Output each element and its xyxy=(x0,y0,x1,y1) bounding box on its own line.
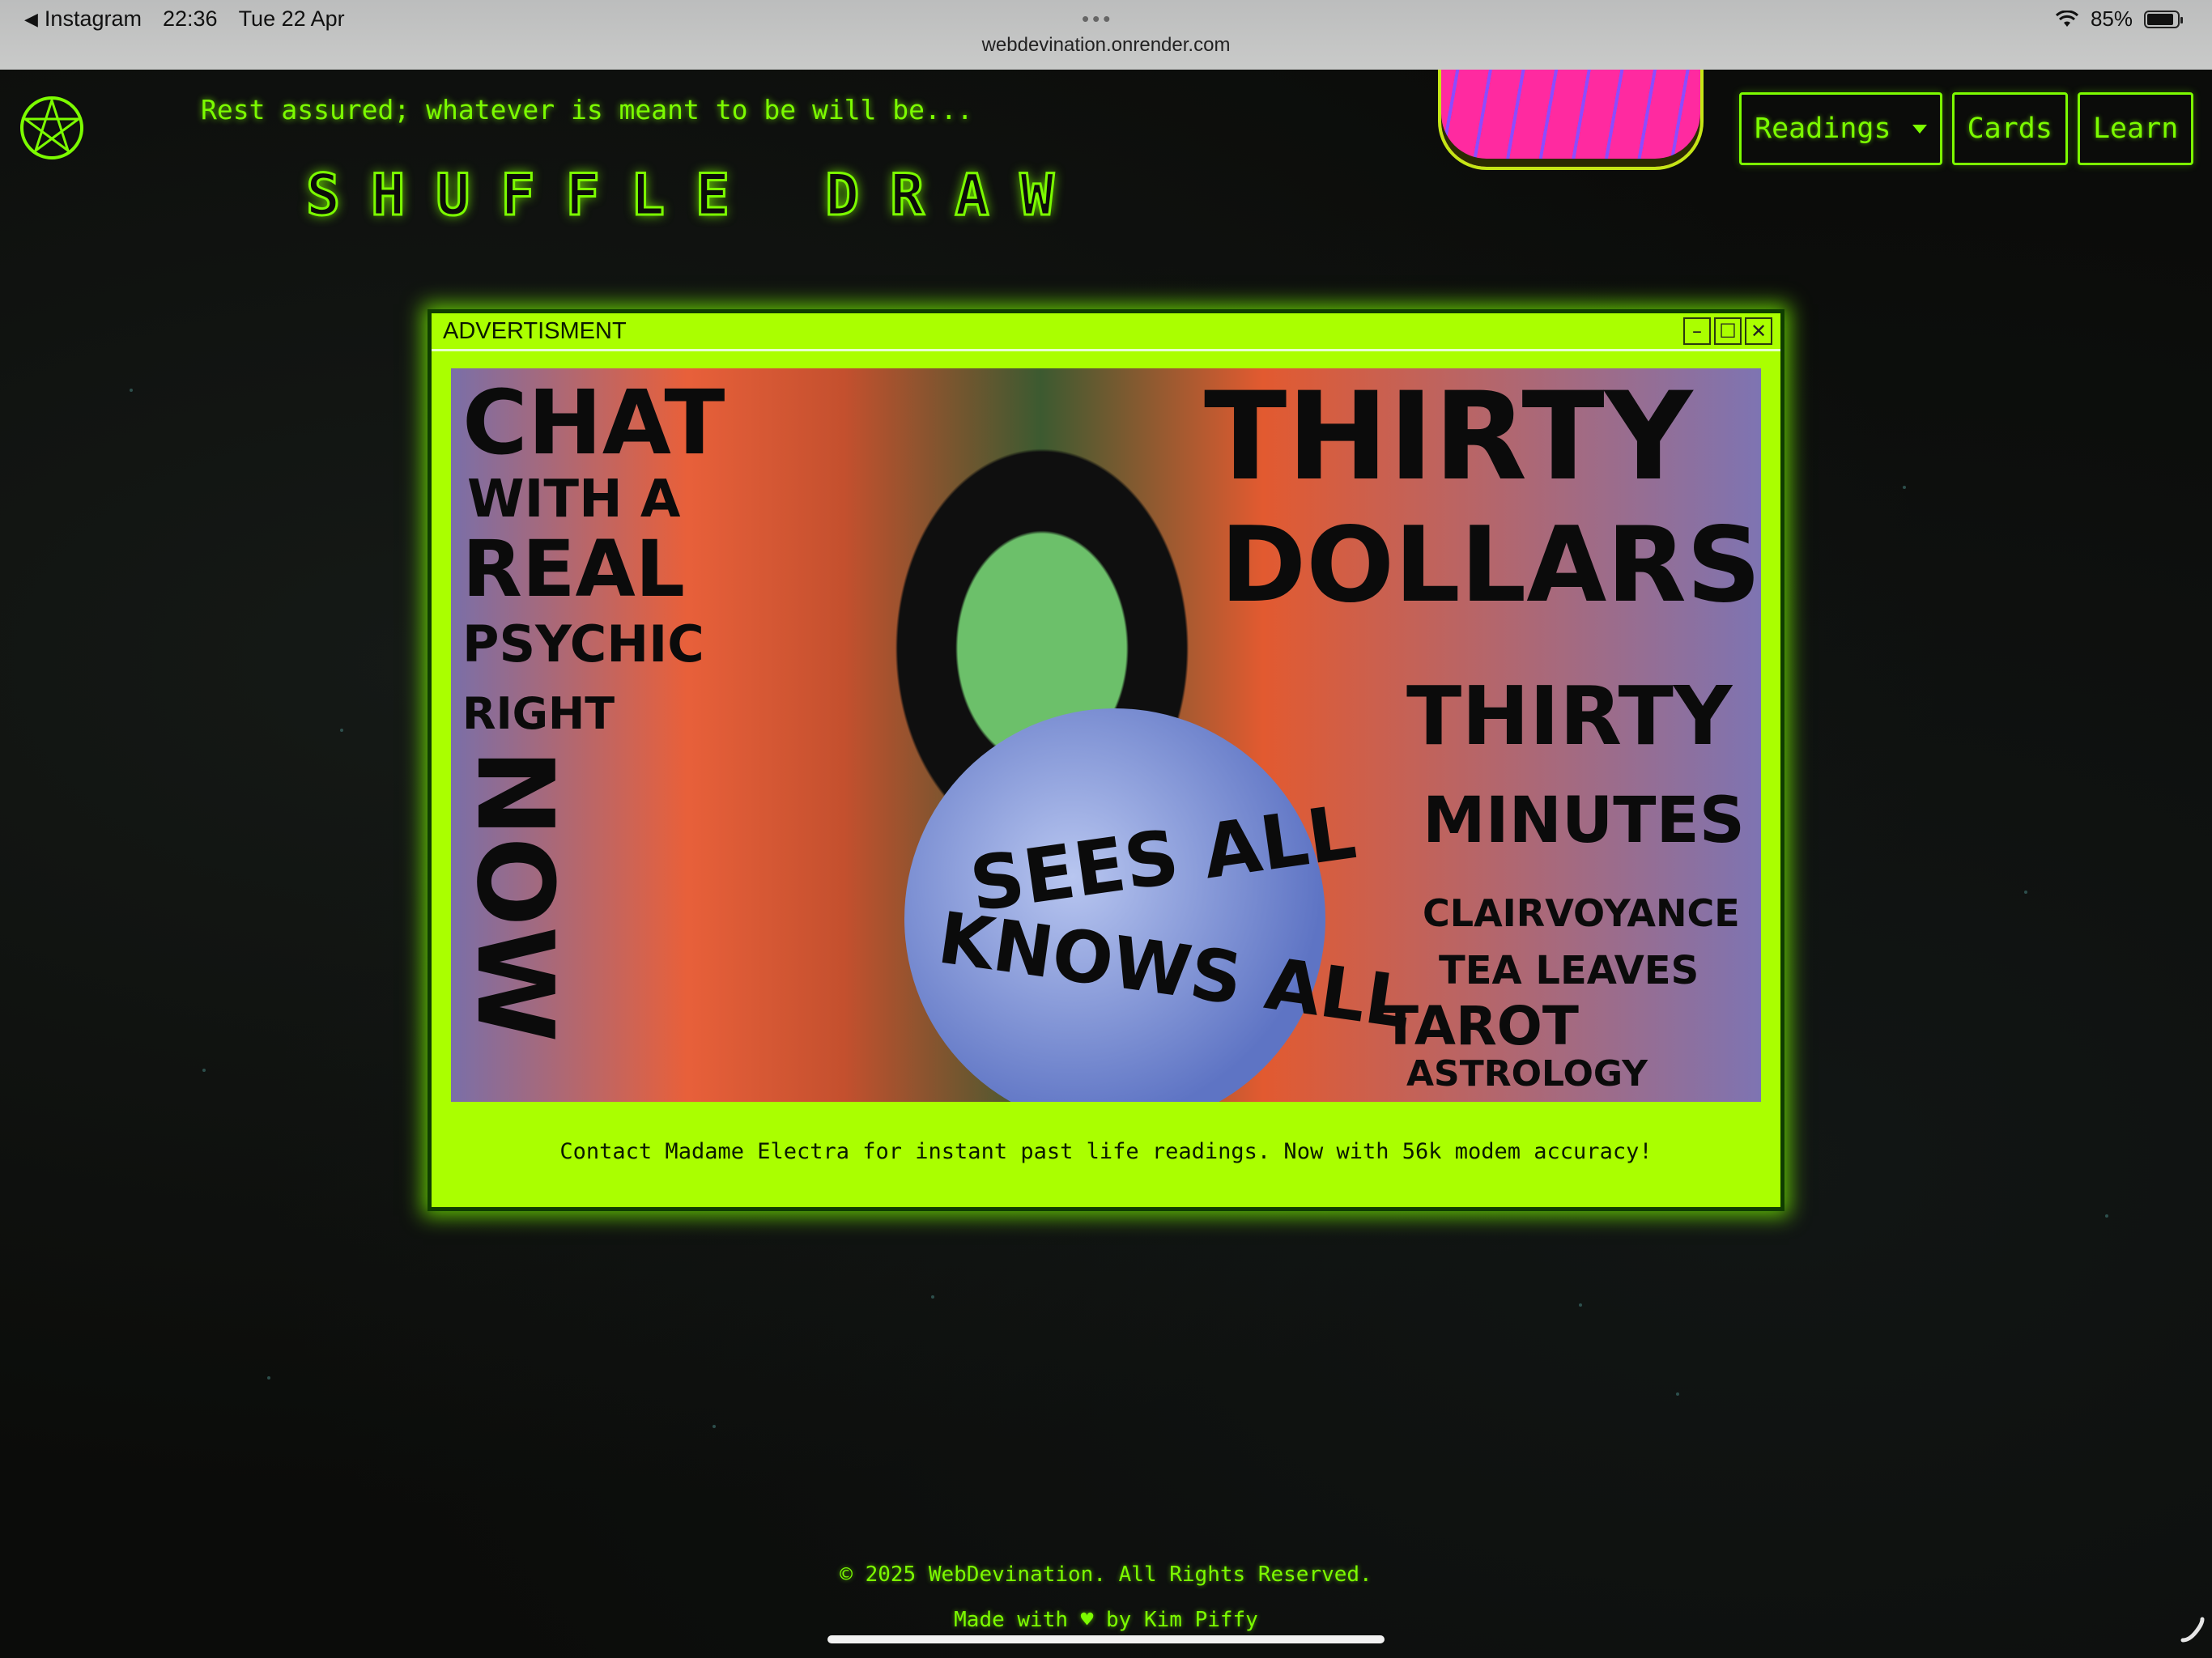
url-bar[interactable]: webdevination.onrender.com xyxy=(0,34,2212,57)
battery-percent: 85% xyxy=(2090,6,2133,31)
caret-down-icon xyxy=(1912,124,1927,134)
learn-label: Learn xyxy=(2092,113,2179,145)
ad-text-tarot: TAROT xyxy=(1382,995,1579,1057)
tagline: Rest assured; whatever is meant to be wi… xyxy=(201,94,973,125)
ad-text-clairvoyance: CLAIRVOYANCE xyxy=(1423,891,1740,935)
psychedelic-logo-image xyxy=(1438,70,1704,170)
readings-dropdown-button[interactable]: Readings xyxy=(1739,92,1942,165)
made-with-prefix: Made with xyxy=(954,1608,1069,1632)
learn-button[interactable]: Learn xyxy=(2077,92,2194,165)
ios-status-bar: ◀ Instagram 22:36 Tue 22 Apr ••• webdevi… xyxy=(0,0,2212,70)
ad-text-dollars: DOLLARS xyxy=(1220,505,1761,626)
ad-titlebar[interactable]: ADVERTISMENT – ☐ ✕ xyxy=(432,313,1780,351)
ad-text-with-a: WITH A xyxy=(467,470,681,529)
ad-text-chat: CHAT xyxy=(462,371,725,474)
multitasking-dots-icon[interactable]: ••• xyxy=(1082,6,1113,32)
ad-window-title: ADVERTISMENT xyxy=(443,317,627,344)
wifi-icon xyxy=(2055,10,2078,27)
minimize-button[interactable]: – xyxy=(1683,317,1711,345)
ad-text-right: RIGHT xyxy=(462,688,615,739)
ad-text-thirty-dollars-1: THIRTY xyxy=(1204,368,1693,508)
readings-label: Readings xyxy=(1755,113,1891,145)
ad-text-astrology: ASTROLOGY xyxy=(1406,1053,1648,1095)
footer-credit: Made with ♥ by Kim Piffy xyxy=(0,1608,2212,1632)
ad-text-real: REAL xyxy=(462,524,685,614)
home-indicator[interactable] xyxy=(827,1635,1385,1643)
cards-label: Cards xyxy=(1967,113,2052,145)
phone-icon[interactable] xyxy=(2178,1616,2207,1645)
ad-text-tea-leaves: TEA LEAVES xyxy=(1439,948,1699,993)
ad-text-psychic: PSYCHIC xyxy=(462,614,704,674)
cards-button[interactable]: Cards xyxy=(1951,92,2068,165)
main-nav: Readings Cards Learn xyxy=(1739,92,2194,165)
battery-icon xyxy=(2144,10,2183,28)
psychic-advertisement-image[interactable]: CHAT WITH A REAL PSYCHIC RIGHT NOW THIRT… xyxy=(451,368,1761,1102)
ad-text-minutes: MINUTES xyxy=(1423,784,1745,857)
status-time: 22:36 xyxy=(162,6,218,31)
page-title: SHUFFLE DRAW xyxy=(305,161,1085,230)
ad-text-thirty-minutes-1: THIRTY xyxy=(1406,669,1733,763)
maximize-button[interactable]: ☐ xyxy=(1714,317,1742,345)
ad-caption: Contact Madame Electra for instant past … xyxy=(559,1139,1653,1164)
close-button[interactable]: ✕ xyxy=(1745,317,1772,345)
advertisement-window: ADVERTISMENT – ☐ ✕ CHAT WITH A REAL PSYC… xyxy=(428,309,1784,1211)
back-arrow-icon[interactable]: ◀ xyxy=(24,9,38,30)
made-with-suffix: by Kim Piffy xyxy=(1106,1608,1258,1632)
heart-icon: ♥ xyxy=(1080,1608,1094,1632)
pentagram-logo-icon[interactable] xyxy=(18,94,86,162)
footer-copyright: © 2025 WebDevination. All Rights Reserve… xyxy=(840,1562,1372,1587)
back-to-app-link[interactable]: Instagram xyxy=(45,6,142,32)
status-date: Tue 22 Apr xyxy=(238,6,345,31)
ad-text-now: NOW xyxy=(453,749,576,1043)
